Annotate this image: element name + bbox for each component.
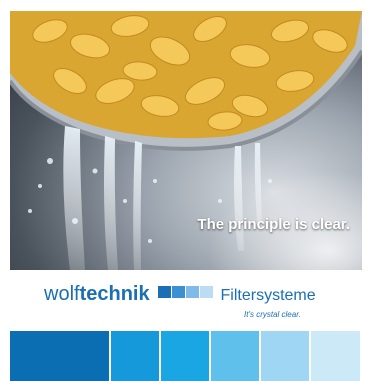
wolftechnik-logo: wolftechnik Filtersysteme	[44, 283, 316, 309]
brand-name-wolf: wolf	[44, 283, 80, 305]
logo-square	[186, 285, 200, 298]
logo-square	[200, 285, 214, 298]
color-bar	[261, 331, 309, 381]
brochure-card: The principle is clear. wolftechnik Filt…	[0, 0, 373, 381]
color-bar	[311, 331, 360, 381]
slogan: It's crystal clear.	[244, 310, 301, 319]
tagline: The principle is clear.	[197, 216, 350, 233]
product-name: Filtersysteme	[220, 287, 316, 304]
color-bar	[10, 331, 109, 381]
color-bar	[111, 331, 159, 381]
color-bar	[161, 331, 209, 381]
pasta-photo: The principle is clear.	[10, 11, 362, 270]
color-bar	[211, 331, 259, 381]
color-bars	[10, 331, 362, 381]
logo-square	[158, 285, 172, 298]
logo-squares	[158, 285, 214, 303]
brand-name-technik: technik	[79, 283, 150, 305]
logo-square	[172, 285, 186, 298]
